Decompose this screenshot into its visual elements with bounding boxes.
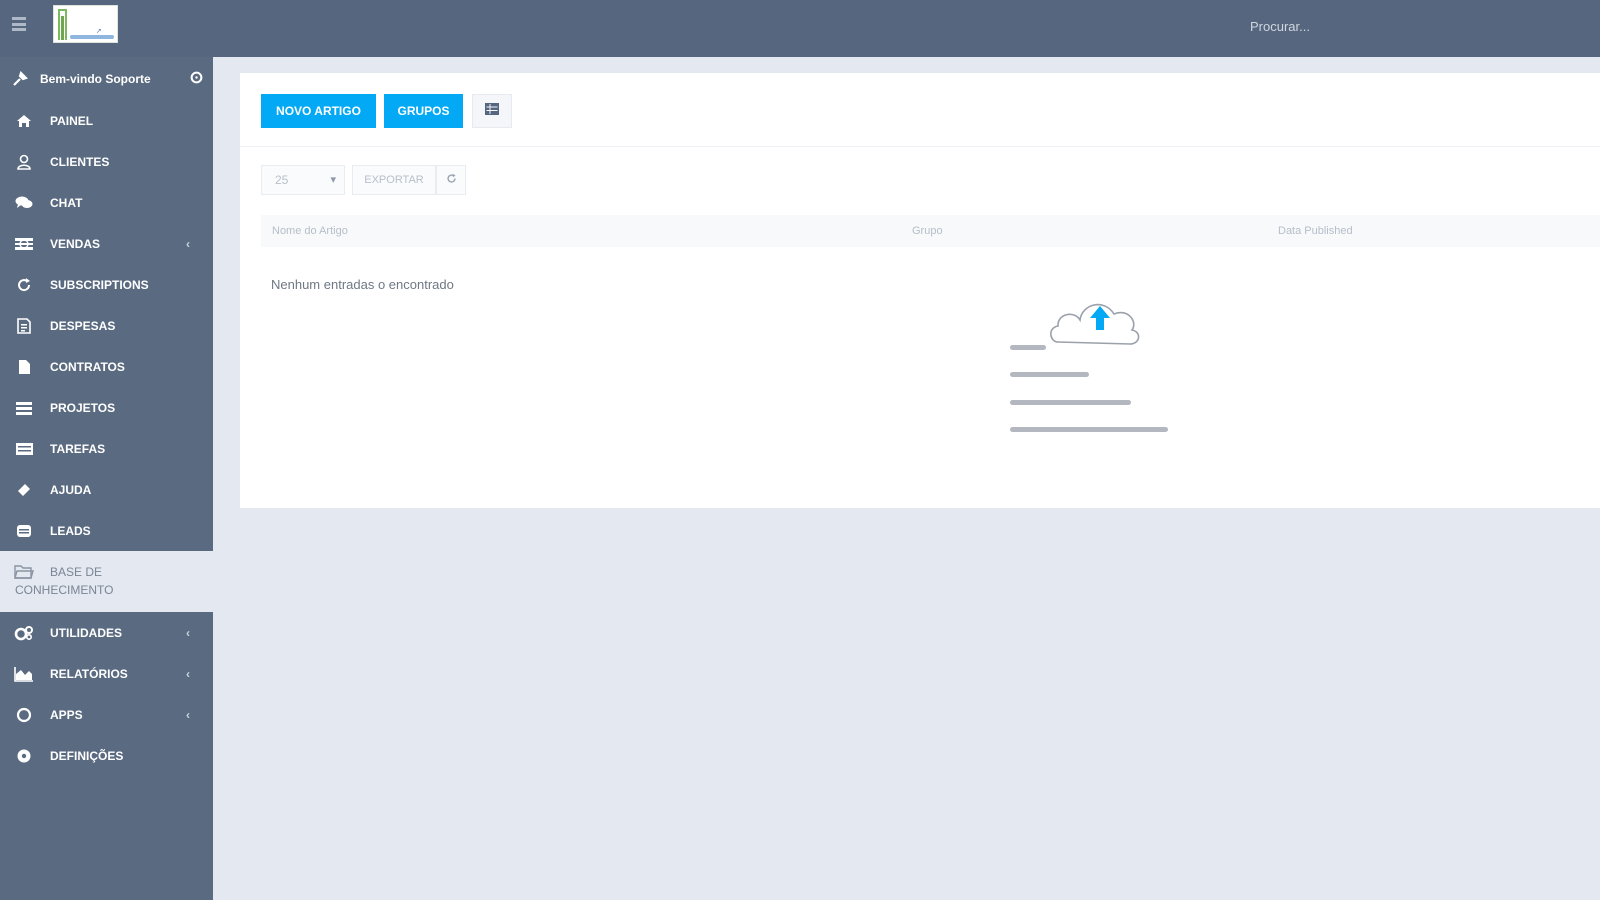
user-icon (13, 153, 35, 171)
chevron-left-icon: ‹ (186, 708, 190, 722)
text-line-shape (1010, 400, 1131, 405)
ticket-icon (13, 481, 35, 499)
sidebar-item-definicoes[interactable]: DEFINIÇÕES (0, 735, 213, 776)
sidebar-item-despesas[interactable]: DESPESAS (0, 305, 213, 346)
sidebar-item-label: APPS (50, 707, 83, 722)
cloud-outline-shape (1050, 303, 1140, 345)
wrench-icon (11, 70, 29, 88)
home-icon (13, 112, 35, 130)
sidebar-item-label: DESPESAS (50, 318, 116, 333)
sidebar-item-apps[interactable]: APPS ‹ (0, 694, 213, 735)
menu-toggle-icon[interactable] (12, 17, 26, 31)
sidebar-item-label: DEFINIÇÕES (50, 748, 124, 763)
text-line-shape (1010, 427, 1168, 432)
sidebar-item-label: PAINEL (50, 113, 94, 128)
sidebar-item-label: TAREFAS (50, 441, 106, 456)
text-line-shape (1010, 345, 1046, 350)
folder-open-icon (13, 563, 35, 581)
sidebar-item-label: CLIENTES (50, 154, 110, 169)
column-header-article-name[interactable]: Nome do Artigo (272, 225, 348, 237)
new-article-button[interactable]: NOVO ARTIGO (261, 94, 376, 128)
page-length-value: 25 (275, 173, 289, 187)
toolbar-divider (240, 146, 1600, 147)
sidebar-item-label-line1: BASE DE (50, 565, 103, 579)
company-logo[interactable]: ➚ (53, 5, 118, 43)
sidebar-item-contratos[interactable]: CONTRATOS (0, 346, 213, 387)
export-label: EXPORTAR (364, 174, 424, 186)
chevron-left-icon: ‹ (186, 626, 190, 640)
sidebar-item-label: CONTRATOS (50, 359, 125, 374)
circle-icon (13, 706, 35, 724)
settings-gear-icon[interactable] (188, 69, 204, 85)
sidebar-item-vendas[interactable]: VENDAS ‹ (0, 223, 213, 264)
sidebar-item-label: BASE DE CONHECIMENTO (15, 563, 113, 599)
sidebar-item-subscriptions[interactable]: SUBSCRIPTIONS (0, 264, 213, 305)
sidebar-item-chat[interactable]: CHAT (0, 182, 213, 223)
sidebar-item-tarefas[interactable]: TAREFAS (0, 428, 213, 469)
sidebar-item-label: VENDAS (50, 236, 101, 251)
list-view-icon (485, 102, 499, 120)
chat-icon (13, 194, 35, 212)
top-navbar: ➚ (0, 0, 1600, 57)
sidebar-item-label: RELATÓRIOS (50, 666, 128, 681)
sidebar-welcome: Bem-vindo Soporte (0, 57, 213, 100)
sidebar-item-projetos[interactable]: PROJETOS (0, 387, 213, 428)
area-chart-icon (13, 665, 35, 683)
chevron-left-icon: ‹ (186, 667, 190, 681)
reload-button[interactable] (436, 165, 466, 195)
welcome-text: Bem-vindo Soporte (40, 71, 151, 86)
sidebar-item-label: CHAT (50, 195, 83, 210)
sidebar-item-label: UTILIDADES (50, 625, 122, 640)
groups-button[interactable]: GRUPOS (384, 94, 463, 128)
sidebar-item-label: AJUDA (50, 482, 92, 497)
refresh-icon (446, 171, 457, 189)
sidebar: Bem-vindo Soporte PAINEL CLIENTES CHAT V… (0, 57, 213, 900)
search-input[interactable] (1250, 14, 1470, 38)
chevron-left-icon: ‹ (186, 237, 190, 251)
empty-state-illustration (1010, 303, 1168, 432)
chevron-down-icon: ▾ (330, 174, 336, 186)
tasks-icon (13, 440, 35, 458)
page-length-select[interactable]: 25 ▾ (261, 165, 345, 195)
sidebar-item-label-line2: CONHECIMENTO (15, 583, 114, 597)
sidebar-item-utilidades[interactable]: UTILIDADES ‹ (0, 612, 213, 653)
column-header-group[interactable]: Grupo (912, 225, 943, 237)
sidebar-item-label: SUBSCRIPTIONS (50, 277, 149, 292)
receipt-icon (13, 317, 35, 335)
knowledge-base-panel: NOVO ARTIGO GRUPOS 25 ▾ EXPORTAR Nome do… (240, 73, 1600, 508)
tty-icon (13, 522, 35, 540)
balance-icon (13, 235, 35, 253)
sidebar-item-label: LEADS (50, 523, 91, 538)
refresh-icon (13, 276, 35, 294)
sidebar-item-base-de-conhecimento[interactable]: BASE DE CONHECIMENTO (0, 551, 213, 612)
sidebar-item-ajuda[interactable]: AJUDA (0, 469, 213, 510)
table-header: Nome do Artigo Grupo Data Published (261, 215, 1600, 247)
bars-icon (13, 399, 35, 417)
file-icon (13, 358, 35, 376)
toggle-view-button[interactable] (472, 94, 512, 128)
export-button[interactable]: EXPORTAR (352, 165, 436, 195)
sidebar-item-relatorios[interactable]: RELATÓRIOS ‹ (0, 653, 213, 694)
sidebar-item-leads[interactable]: LEADS (0, 510, 213, 551)
gear-icon (13, 747, 35, 765)
sidebar-item-painel[interactable]: PAINEL (0, 100, 213, 141)
text-line-shape (1010, 372, 1089, 377)
empty-table-message: Nenhum entradas o encontrado (271, 277, 454, 292)
sidebar-item-clientes[interactable]: CLIENTES (0, 141, 213, 182)
sidebar-item-label: PROJETOS (50, 400, 116, 415)
cogs-icon (13, 624, 35, 642)
column-header-date-published[interactable]: Data Published (1278, 225, 1353, 237)
